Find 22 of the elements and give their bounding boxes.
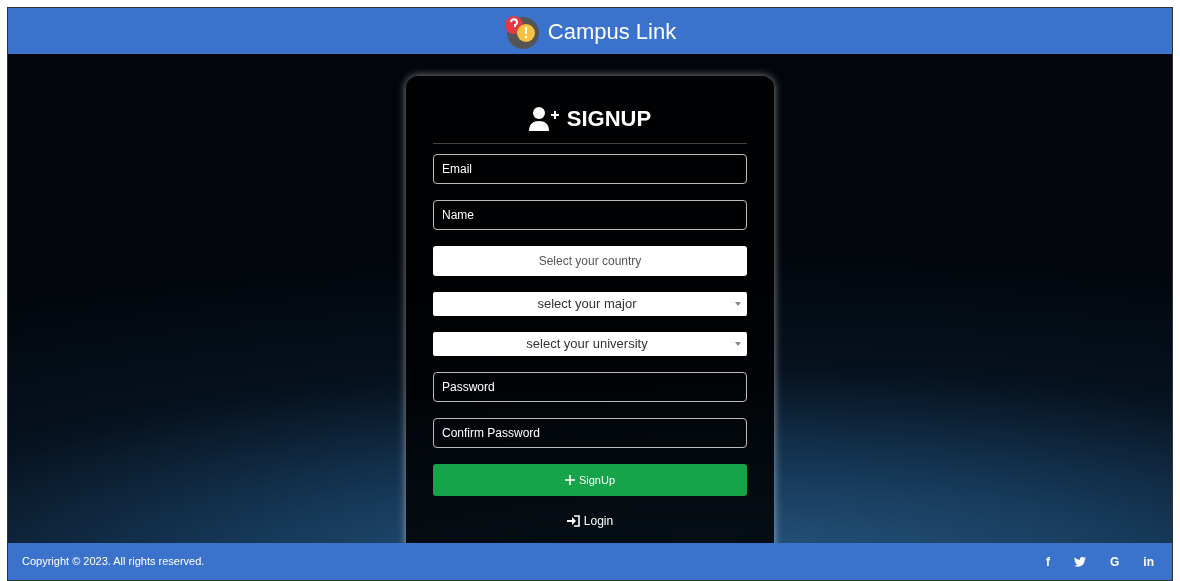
login-link[interactable]: Login <box>566 512 614 530</box>
signup-button[interactable]: SignUp <box>433 464 747 496</box>
app-title: Campus Link <box>547 17 677 46</box>
input-field[interactable]: Password <box>433 372 747 402</box>
input-field[interactable]: Name <box>433 200 747 230</box>
chat-bubbles-logo-icon <box>503 13 540 49</box>
user-plus-icon <box>528 106 559 131</box>
input-field[interactable]: Email <box>433 154 747 184</box>
caret-icon <box>735 302 741 306</box>
country-field[interactable]: Select your country <box>433 246 747 276</box>
bird-icon[interactable] <box>1074 556 1086 567</box>
form-title: SIGNUP <box>566 105 652 133</box>
social-link[interactable]: in <box>1143 552 1154 571</box>
plus-icon <box>564 475 575 485</box>
copyright-text: Copyright © 2023. All rights reserved. <box>22 554 205 570</box>
social-link[interactable]: f <box>1046 552 1050 571</box>
input-field[interactable]: Confirm Password <box>433 418 747 448</box>
caret-icon <box>735 342 741 346</box>
dropdown-select[interactable]: select your university <box>433 332 747 356</box>
login-icon <box>566 515 580 527</box>
dropdown-select[interactable]: select your major <box>433 292 747 316</box>
social-link[interactable]: G <box>1110 552 1120 571</box>
